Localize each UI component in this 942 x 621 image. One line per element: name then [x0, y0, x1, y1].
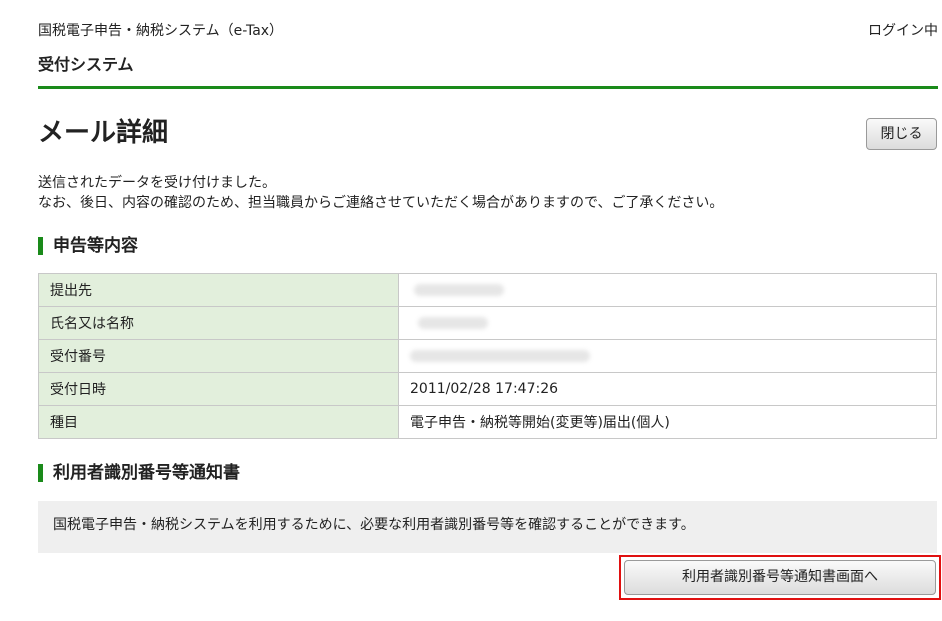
login-status: ログイン中 [868, 23, 938, 39]
table-row: 受付日時 2011/02/28 17:47:26 [38, 372, 937, 406]
row-value-recipient [398, 273, 937, 307]
table-row: 氏名又は名称 [38, 306, 937, 340]
row-value-receipt-number [398, 339, 937, 373]
page-title: メール詳細 [38, 118, 169, 148]
notice-heading-text: 利用者識別番号等通知書 [53, 463, 240, 483]
header-top: 国税電子申告・納税システム（e-Tax） ログイン中 [38, 20, 938, 40]
notice-description: 国税電子申告・納税システムを利用するために、必要な利用者識別番号等を確認すること… [38, 501, 937, 553]
declaration-heading: 申告等内容 [38, 235, 138, 257]
row-value-name [398, 306, 937, 340]
redacted-value [414, 284, 504, 296]
system-name: 国税電子申告・納税システム（e-Tax） [38, 23, 284, 39]
table-row: 種目 電子申告・納税等開始(変更等)届出(個人) [38, 405, 937, 439]
declaration-heading-text: 申告等内容 [53, 236, 138, 256]
redacted-value [410, 350, 590, 362]
intro-message: 送信されたデータを受け付けました。 なお、後日、内容の確認のため、担当職員からご… [38, 173, 723, 213]
table-row: 受付番号 [38, 339, 937, 373]
row-value-category: 電子申告・納税等開始(変更等)届出(個人) [398, 405, 937, 439]
heading-marker [38, 237, 43, 255]
header-divider [38, 86, 938, 89]
row-label-receipt-datetime: 受付日時 [38, 372, 399, 406]
intro-line-2: なお、後日、内容の確認のため、担当職員からご連絡させていただく場合がありますので… [38, 195, 724, 211]
row-value-receipt-datetime: 2011/02/28 17:47:26 [398, 372, 937, 406]
subsystem-title: 受付システム [38, 55, 134, 74]
row-label-name: 氏名又は名称 [38, 306, 399, 340]
notice-heading: 利用者識別番号等通知書 [38, 462, 240, 484]
row-label-recipient: 提出先 [38, 273, 399, 307]
declaration-table: 提出先 氏名又は名称 受付番号 受付日時 2011/02/28 17:47:26… [38, 273, 937, 439]
heading-marker [38, 464, 43, 482]
user-id-notice-button[interactable]: 利用者識別番号等通知書画面へ [624, 560, 936, 595]
row-label-category: 種目 [38, 405, 399, 439]
redacted-value [418, 317, 488, 329]
table-row: 提出先 [38, 273, 937, 307]
intro-line-1: 送信されたデータを受け付けました。 [38, 175, 276, 191]
close-button[interactable]: 閉じる [866, 118, 937, 150]
row-label-receipt-number: 受付番号 [38, 339, 399, 373]
